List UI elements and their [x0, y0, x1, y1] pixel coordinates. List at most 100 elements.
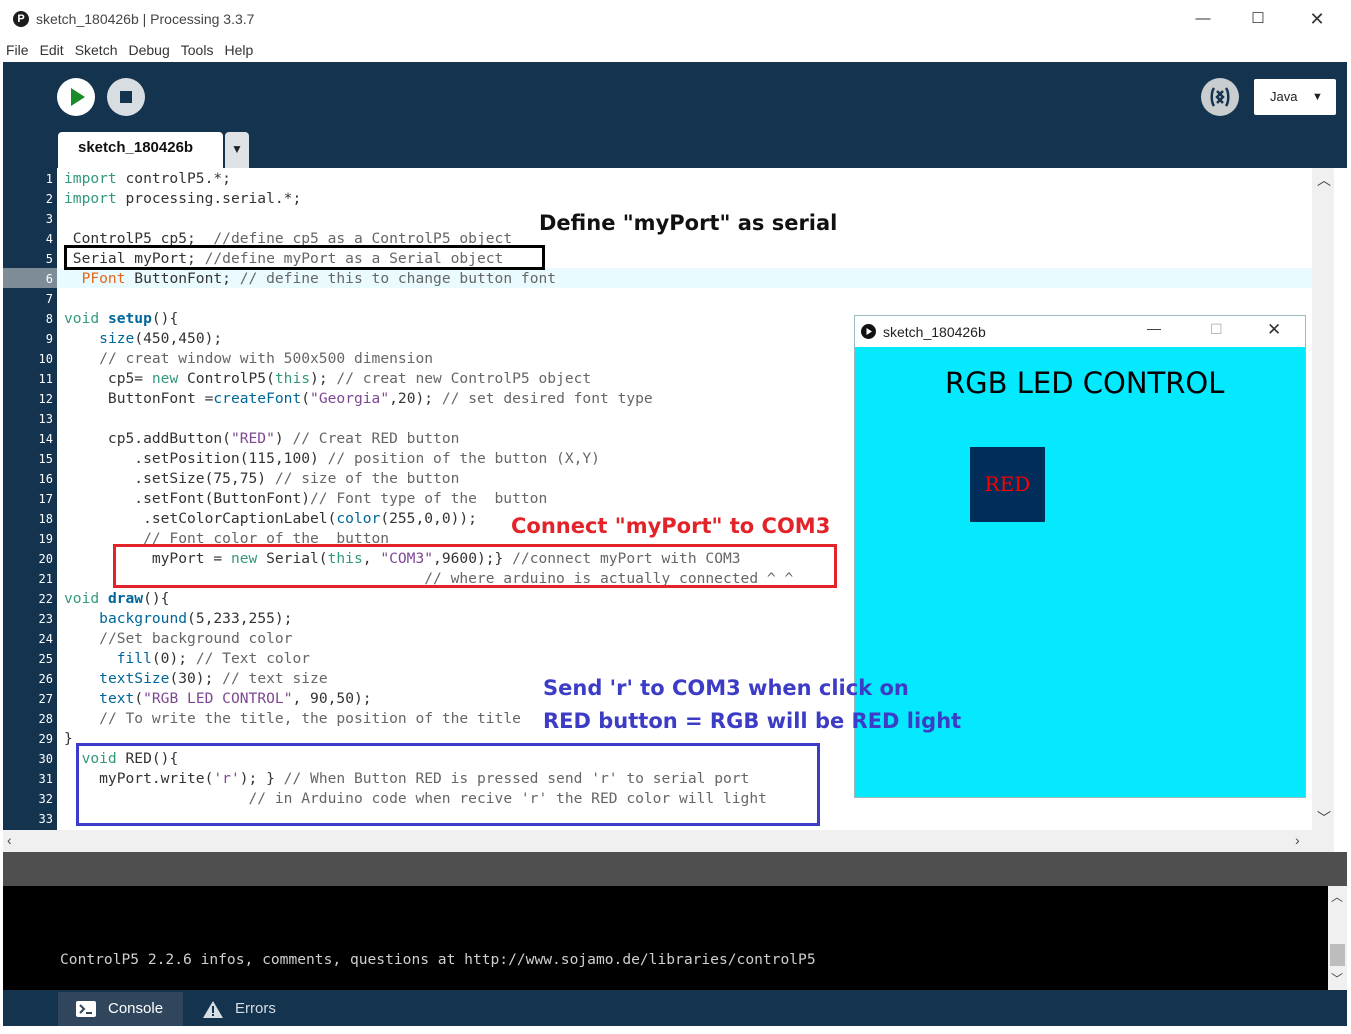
code-line: cp5.addButton("RED") // Creat RED button	[64, 430, 460, 447]
code-line: void setup(){	[64, 310, 179, 327]
tab-menu-button[interactable]: ▼	[225, 132, 249, 168]
warning-icon	[203, 1001, 223, 1018]
code-line: text("RGB LED CONTROL", 90,50);	[99, 690, 372, 707]
line-number: 12	[38, 392, 53, 406]
toolbar: Java ▼	[3, 62, 1347, 132]
play-icon	[71, 88, 85, 106]
minimize-icon[interactable]: —	[1147, 320, 1161, 336]
line-number: 32	[38, 792, 53, 806]
line-number: 28	[38, 712, 53, 726]
tab-console[interactable]: Console	[58, 992, 183, 1026]
code-line: cp5= new ControlP5(this); // creat new C…	[64, 370, 592, 387]
connect-annotation-box	[113, 544, 837, 588]
chevron-down-icon: ▼	[1312, 91, 1323, 103]
line-number: 18	[38, 512, 53, 526]
code-line: }	[64, 730, 73, 747]
define-annotation-box	[64, 245, 545, 270]
line-number: 5	[45, 252, 53, 266]
line-number: 33	[38, 812, 53, 826]
tab-errors-label: Errors	[235, 1000, 276, 1017]
code-line: .setColorCaptionLabel(color(255,0,0));	[64, 510, 477, 527]
menu-help[interactable]: Help	[218, 38, 258, 58]
line-number: 15	[38, 452, 53, 466]
bottom-tab-bar: Console Errors	[3, 990, 1347, 1026]
line-number: 13	[38, 412, 53, 426]
line-number: 26	[38, 672, 53, 686]
scroll-down-icon[interactable]: ﹀	[1331, 970, 1343, 987]
scroll-up-icon[interactable]: ︿	[1317, 170, 1331, 190]
line-number: 2	[45, 192, 53, 206]
line-number: 11	[38, 372, 53, 386]
debugger-button[interactable]	[1201, 78, 1239, 116]
line-number: 16	[38, 472, 53, 486]
tab-console-label: Console	[108, 1000, 164, 1017]
line-number: 4	[45, 232, 53, 246]
menu-edit[interactable]: Edit	[34, 38, 69, 58]
console-scroll-thumb[interactable]	[1330, 944, 1345, 966]
code-line: import processing.serial.*;	[64, 190, 302, 207]
code-line: // To write the title, the position of t…	[99, 710, 521, 727]
sketch-titlebar: sketch_180426b — ☐ ✕	[855, 316, 1305, 347]
line-number: 9	[45, 332, 53, 346]
console-icon	[76, 1001, 96, 1017]
code-line: .setPosition(115,100) // position of the…	[64, 450, 600, 467]
line-number: 10	[38, 352, 53, 366]
line-number: 3	[45, 212, 53, 226]
code-line: textSize(30); // text size	[99, 670, 328, 687]
red-button[interactable]: RED	[970, 447, 1045, 522]
stop-icon	[120, 91, 132, 103]
stop-button[interactable]	[107, 78, 145, 116]
line-number: 6	[45, 272, 53, 286]
line-number: 7	[45, 292, 53, 306]
define-annotation-label: Define "myPort" as serial	[539, 211, 838, 235]
line-number: 27	[38, 692, 53, 706]
sketch-window-title: sketch_180426b	[883, 324, 986, 340]
line-number: 24	[38, 632, 53, 646]
play-icon	[861, 324, 876, 339]
menu-sketch[interactable]: Sketch	[69, 38, 123, 58]
line-number: 20	[38, 552, 53, 566]
line-number: 25	[38, 652, 53, 666]
maximize-icon[interactable]: ☐	[1210, 321, 1223, 338]
status-bar	[3, 852, 1347, 886]
menu-file[interactable]: File	[0, 38, 34, 58]
menu-tools[interactable]: Tools	[175, 38, 219, 58]
maximize-icon[interactable]: ☐	[1238, 6, 1278, 32]
send-annotation-box	[76, 743, 820, 826]
tab-sketch[interactable]: sketch_180426b	[58, 132, 223, 168]
line-number: 14	[38, 432, 53, 446]
console-scrollbar[interactable]: ︿ ﹀	[1328, 886, 1347, 990]
code-line: fill(0); // Text color	[116, 650, 311, 667]
menu-bar: File Edit Sketch Debug Tools Help	[0, 38, 1351, 62]
code-line: ButtonFont =createFont("Georgia",20); //…	[64, 390, 653, 407]
scroll-left-icon[interactable]: ‹	[7, 832, 12, 848]
processing-icon: P	[13, 11, 29, 27]
console-panel: ControlP5 2.2.6 infos, comments, questio…	[3, 886, 1328, 990]
window-title: sketch_180426b | Processing 3.3.7	[36, 11, 255, 27]
scroll-right-icon[interactable]: ›	[1295, 832, 1300, 848]
menu-debug[interactable]: Debug	[123, 38, 175, 58]
minimize-icon[interactable]: —	[1183, 6, 1223, 32]
close-icon[interactable]: ✕	[1267, 320, 1281, 340]
code-line: //Set background color	[99, 630, 293, 647]
line-number: 29	[38, 732, 53, 746]
editor-vertical-scrollbar[interactable]: ︿ ﹀	[1312, 168, 1334, 830]
scroll-down-icon[interactable]: ﹀	[1317, 808, 1331, 828]
line-number: 1	[45, 172, 53, 186]
code-line: // creat window with 500x500 dimension	[99, 350, 434, 367]
line-number: 30	[38, 752, 53, 766]
close-icon[interactable]: ✕	[1297, 6, 1337, 32]
scroll-up-icon[interactable]: ︿	[1331, 888, 1343, 905]
send-annotation-label-line2: RED button = RGB will be RED light	[543, 709, 962, 733]
line-number: 21	[38, 572, 53, 586]
chevron-down-icon: ▼	[231, 142, 243, 156]
tab-errors[interactable]: Errors	[185, 992, 300, 1026]
code-line: PFont ButtonFont; // define this to chan…	[81, 270, 557, 287]
console-message: ControlP5 2.2.6 infos, comments, questio…	[60, 951, 816, 968]
run-button[interactable]	[57, 78, 95, 116]
connect-annotation-label: Connect "myPort" to COM3	[511, 514, 831, 538]
line-number: 19	[38, 532, 53, 546]
editor-horizontal-scrollbar[interactable]: ‹ ›	[3, 830, 1334, 852]
debugger-icon	[1210, 87, 1230, 107]
mode-selector[interactable]: Java ▼	[1254, 79, 1336, 115]
